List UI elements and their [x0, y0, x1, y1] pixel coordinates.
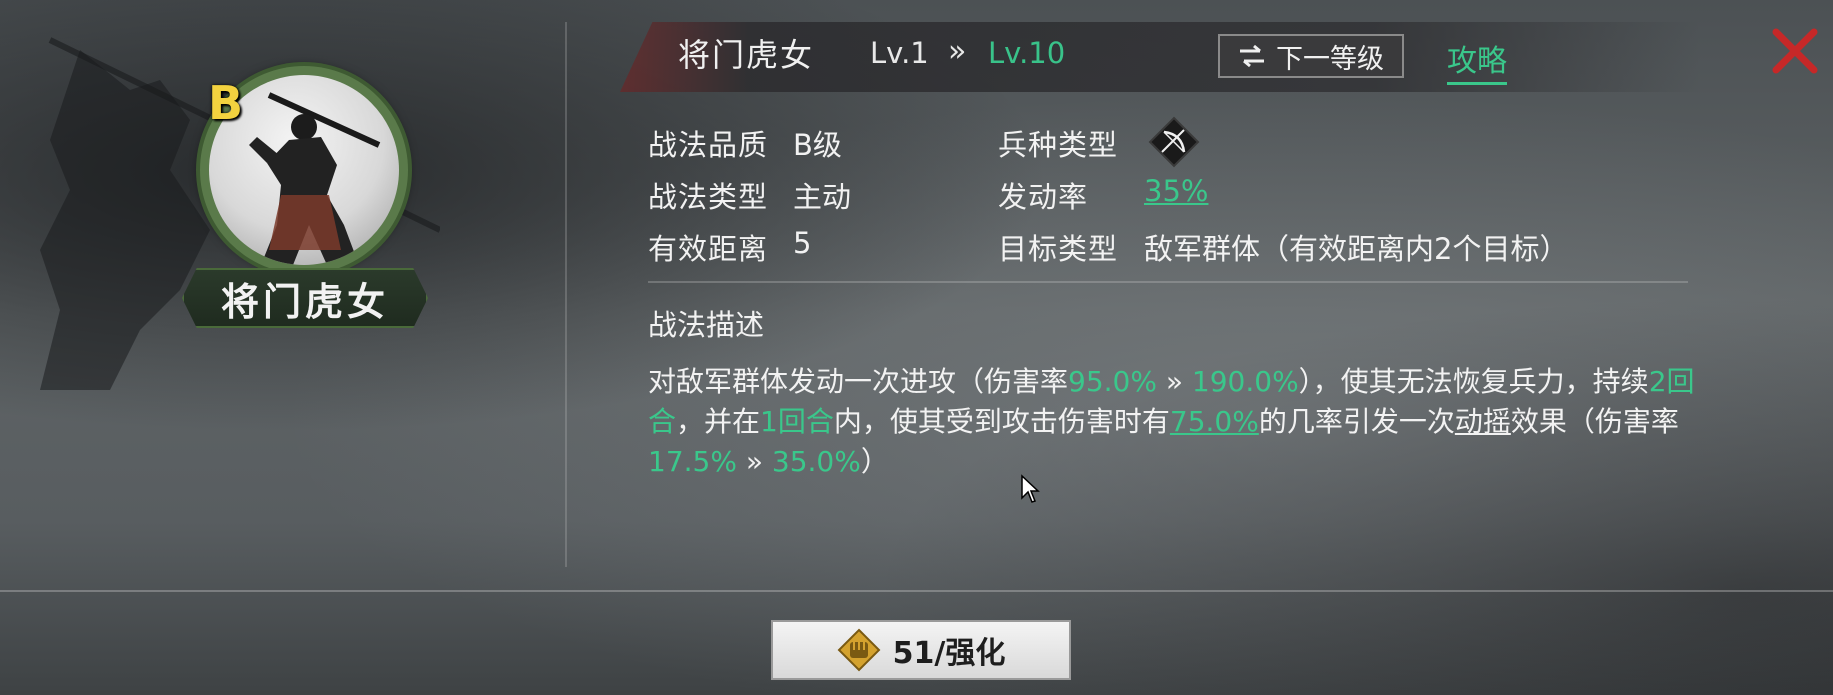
target-type-label: 目标类型 — [998, 232, 1119, 266]
effect-rate-max: 35.0% — [771, 445, 861, 478]
guide-link[interactable]: 攻略 — [1447, 36, 1507, 85]
description-text: 对敌军群体发动一次进攻（伤害率95.0% » 190.0%），使其无法恢复兵力，… — [648, 362, 1708, 482]
enhance-label: 51/强化 — [892, 636, 1006, 671]
level-max: Lv.10 — [988, 36, 1066, 70]
type-value: 主动 — [793, 180, 852, 214]
desc-text: 的几率引发一次 — [1258, 405, 1455, 438]
trigger-rate-value[interactable]: 35% — [1144, 174, 1208, 208]
type-label: 战法类型 — [648, 180, 769, 214]
desc-arrow: » — [1156, 365, 1192, 398]
fist-icon — [837, 628, 881, 672]
round-value: 1回合 — [760, 405, 834, 438]
vertical-divider — [565, 22, 567, 567]
quality-label: 战法品质 — [648, 128, 769, 162]
mouse-cursor-icon — [1021, 474, 1040, 503]
swap-arrows-icon — [1240, 44, 1264, 68]
range-label: 有效距离 — [648, 232, 769, 266]
next-level-button[interactable]: 下一等级 — [1218, 34, 1404, 78]
desc-text: ，并在 — [676, 405, 761, 438]
target-type-value: 敌军群体（有效距离内2个目标） — [1144, 232, 1569, 266]
desc-arrow: » — [736, 445, 772, 478]
troop-type-label: 兵种类型 — [998, 128, 1119, 162]
next-level-label: 下一等级 — [1276, 43, 1384, 75]
damage-rate-min: 95.0% — [1068, 365, 1157, 398]
skill-title: 将门虎女 — [678, 36, 815, 74]
skill-name-plate-label: 将门虎女 — [220, 278, 389, 324]
desc-text: ），使其无法恢复兵力，持续 — [1298, 365, 1649, 398]
effect-rate-min: 17.5% — [648, 445, 737, 478]
quality-value: B级 — [793, 128, 842, 162]
trigger-rate-label: 发动率 — [998, 180, 1089, 214]
grade-badge: B — [208, 76, 244, 130]
horizontal-divider — [0, 590, 1833, 592]
desc-text: 效果（伤害率 — [1510, 405, 1679, 438]
bow-icon — [1148, 116, 1200, 168]
section-separator — [648, 281, 1688, 283]
enhance-button[interactable]: 51/强化 — [771, 620, 1071, 680]
desc-text: ） — [860, 445, 889, 478]
desc-text: 对敌军群体发动一次进攻（伤害率 — [648, 365, 1069, 398]
desc-text: 内，使其受到攻击伤害时有 — [833, 405, 1170, 438]
chance-value[interactable]: 75.0% — [1170, 405, 1259, 438]
damage-rate-max: 190.0% — [1191, 365, 1299, 398]
close-button[interactable] — [1770, 26, 1820, 76]
status-effect-link[interactable]: 动摇 — [1455, 405, 1511, 438]
level-current: Lv.1 — [870, 36, 929, 70]
skill-name-plate: 将门虎女 — [182, 268, 428, 328]
description-title: 战法描述 — [648, 308, 765, 342]
range-value: 5 — [793, 226, 812, 260]
level-arrow: » — [948, 34, 967, 69]
close-icon — [1772, 28, 1818, 74]
